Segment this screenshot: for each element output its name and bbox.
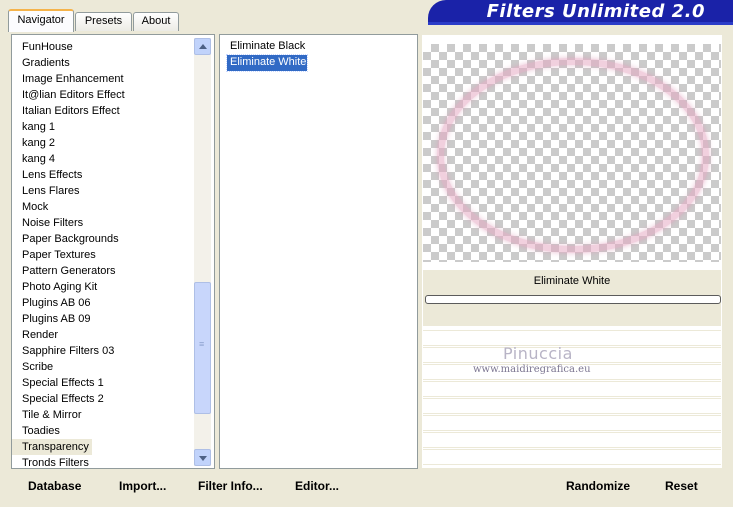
filter-list[interactable]: Eliminate Black Eliminate White	[220, 39, 308, 72]
import-button[interactable]: Import...	[119, 476, 166, 496]
category-item[interactable]: Plugins AB 06	[12, 295, 194, 311]
category-item[interactable]: Tile & Mirror	[12, 407, 194, 423]
parameter-row	[423, 398, 721, 414]
reset-button[interactable]: Reset	[665, 476, 698, 496]
category-item[interactable]: Mock	[12, 199, 194, 215]
category-item[interactable]: Italian Editors Effect	[12, 103, 194, 119]
filter-item[interactable]: Eliminate White	[226, 54, 308, 72]
category-item[interactable]: Photo Aging Kit	[12, 279, 194, 295]
category-item[interactable]: Scribe	[12, 359, 194, 375]
randomize-button[interactable]: Randomize	[566, 476, 630, 496]
category-item[interactable]: Toadies	[12, 423, 194, 439]
tab-presets[interactable]: Presets	[75, 12, 132, 31]
bottom-button-bar: Database Import... Filter Info... Editor…	[11, 472, 723, 500]
tab-about[interactable]: About	[133, 12, 179, 31]
category-item[interactable]: Lens Flares	[12, 183, 194, 199]
category-item[interactable]: Render	[12, 327, 194, 343]
category-item[interactable]: Plugins AB 09	[12, 311, 194, 327]
filter-item[interactable]: Eliminate Black	[227, 39, 307, 55]
watermark-url: www.maidiregrafica.eu	[473, 364, 591, 375]
category-item[interactable]: Special Effects 1	[12, 375, 194, 391]
preview-ring-graphic	[437, 58, 709, 253]
category-item[interactable]: Lens Effects	[12, 167, 194, 183]
category-item[interactable]: Image Enhancement	[12, 71, 194, 87]
category-item[interactable]: Tronds Filters	[12, 455, 194, 468]
category-list-panel[interactable]: FunHouse Gradients Image Enhancement It@lia…	[11, 34, 215, 469]
preview-image	[423, 44, 721, 262]
tab-navigator[interactable]: Navigator	[8, 9, 74, 32]
category-item[interactable]: Gradients	[12, 55, 194, 71]
category-item[interactable]: Transparency	[12, 439, 92, 455]
current-filter-name: Eliminate White	[533, 275, 611, 287]
parameter-row	[423, 449, 721, 465]
category-item[interactable]: kang 4	[12, 151, 194, 167]
scroll-down-arrow-icon[interactable]	[194, 449, 211, 466]
category-item[interactable]: kang 2	[12, 135, 194, 151]
app-title: Filters Unlimited 2.0	[486, 1, 705, 22]
parameter-row	[423, 432, 721, 448]
database-button[interactable]: Database	[28, 476, 81, 496]
category-list[interactable]: FunHouse Gradients Image Enhancement It@lia…	[12, 39, 194, 468]
category-item[interactable]: Pattern Generators	[12, 263, 194, 279]
watermark-name: Pinuccia	[503, 344, 573, 363]
scroll-up-arrow-icon[interactable]	[194, 38, 211, 55]
category-item[interactable]: Noise Filters	[12, 215, 194, 231]
category-item[interactable]: FunHouse	[12, 39, 194, 55]
category-item[interactable]: Paper Backgrounds	[12, 231, 194, 247]
category-item[interactable]: Sapphire Filters 03	[12, 343, 194, 359]
category-item[interactable]: Special Effects 2	[12, 391, 194, 407]
category-scrollbar[interactable]	[194, 38, 211, 466]
filter-name-strip: Eliminate White	[423, 270, 721, 326]
filter-info-button[interactable]: Filter Info...	[198, 476, 263, 496]
progress-bar	[425, 295, 721, 304]
category-item[interactable]: kang 1	[12, 119, 194, 135]
category-item[interactable]: Paper Textures	[12, 247, 194, 263]
filter-list-panel[interactable]: Eliminate Black Eliminate White	[219, 34, 418, 469]
scroll-thumb[interactable]	[194, 282, 211, 414]
editor-button[interactable]: Editor...	[295, 476, 339, 496]
category-item[interactable]: It@lian Editors Effect	[12, 87, 194, 103]
title-banner: Filters Unlimited 2.0	[428, 0, 733, 25]
parameter-row	[423, 381, 721, 397]
parameter-row	[423, 415, 721, 431]
